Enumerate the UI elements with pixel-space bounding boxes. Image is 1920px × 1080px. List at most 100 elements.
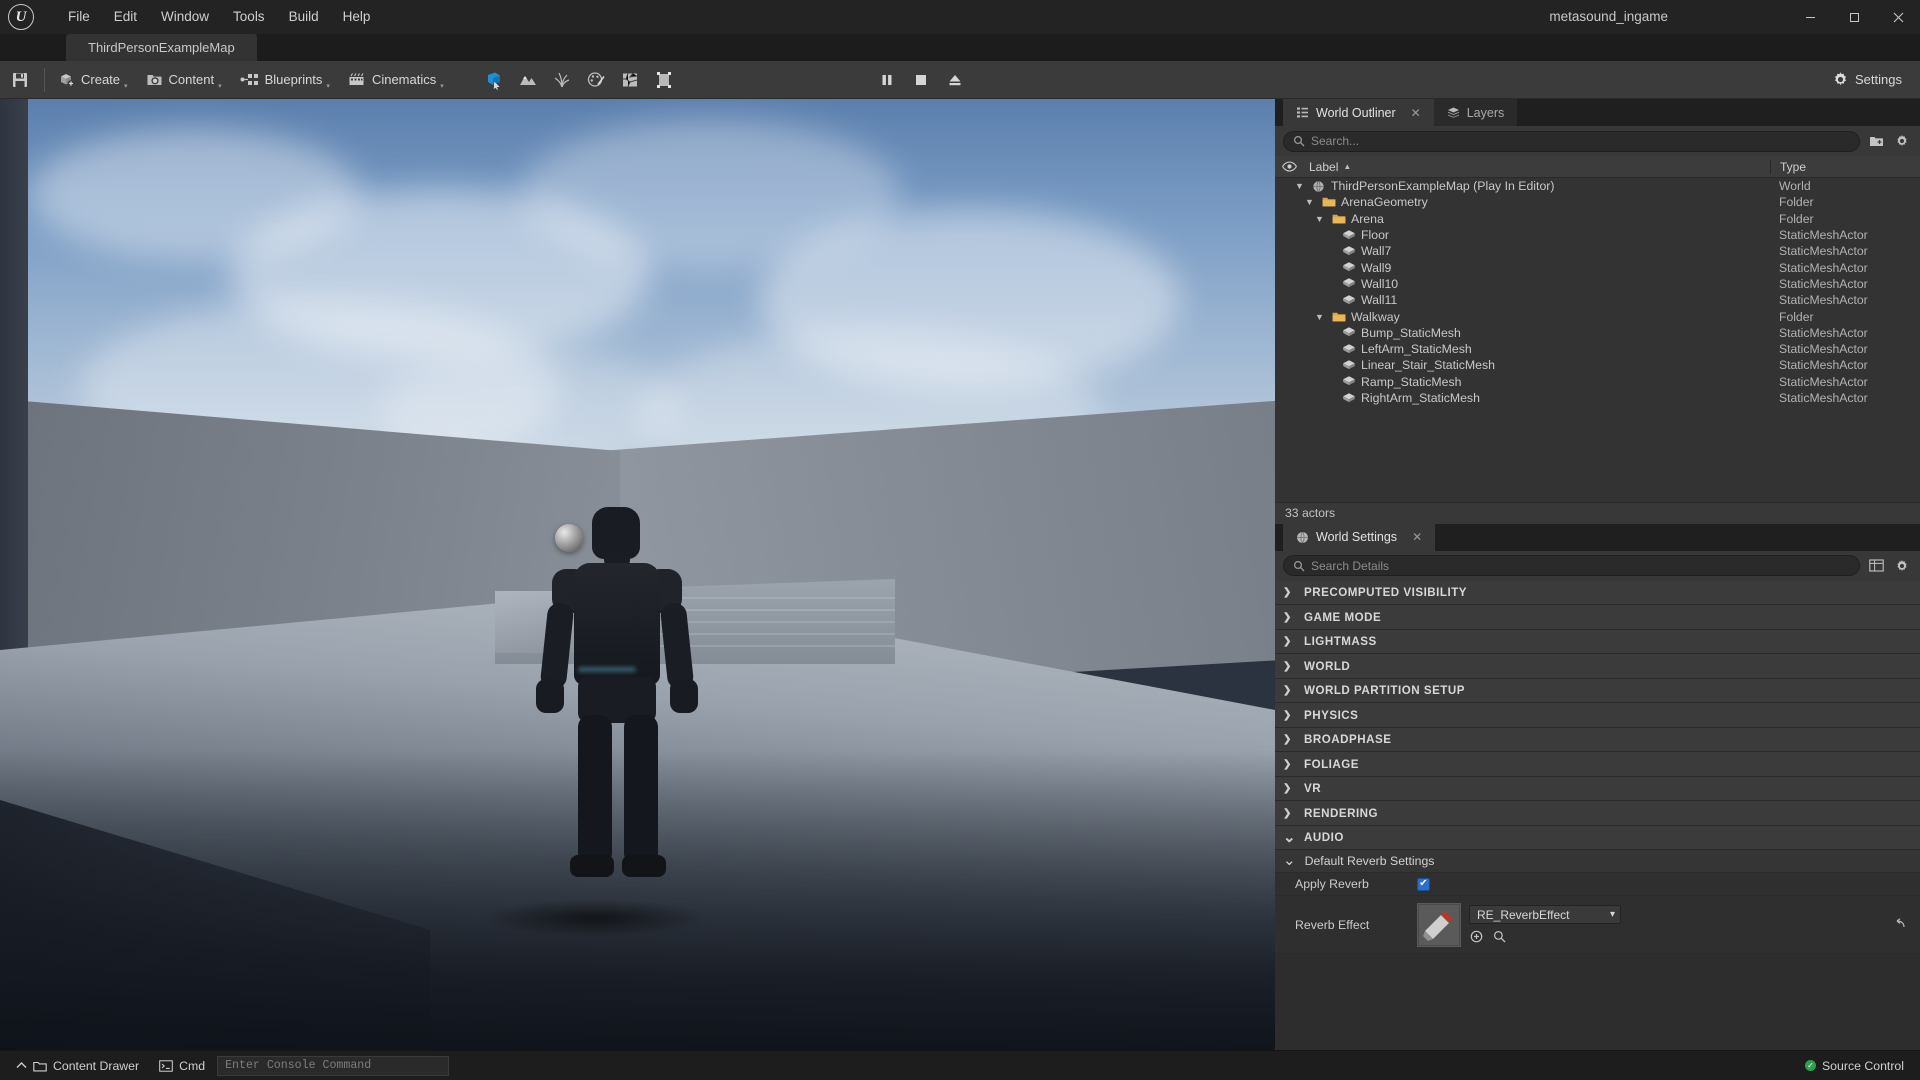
apply-reverb-checkbox[interactable]: ✔ — [1417, 877, 1430, 891]
details-category[interactable]: ❯ RENDERING — [1275, 801, 1920, 826]
content-drawer-button[interactable]: Content Drawer — [8, 1055, 147, 1077]
reset-arrow-icon[interactable] — [1891, 918, 1906, 931]
outliner-row[interactable]: ▼ ArenaGeometry Folder — [1275, 194, 1920, 210]
details-category[interactable]: ❯ VR — [1275, 776, 1920, 802]
chevron-down-icon[interactable]: ▼ — [1293, 181, 1306, 191]
outliner-row[interactable]: ▼ ThirdPersonExampleMap (Play In Editor) W… — [1275, 178, 1920, 194]
menu-tools[interactable]: Tools — [221, 0, 277, 34]
content-button[interactable]: Content ▾ — [137, 61, 231, 99]
chevron-right-icon[interactable]: ❯ — [1283, 783, 1295, 794]
details-category[interactable]: ❯ WORLD PARTITION SETUP — [1275, 678, 1920, 704]
type-column-header[interactable]: Type — [1770, 159, 1920, 174]
level-tab[interactable]: ThirdPersonExampleMap — [66, 34, 257, 61]
browse-icon[interactable] — [1469, 929, 1484, 944]
unreal-engine-logo[interactable]: U — [0, 0, 42, 34]
details-search-input[interactable]: Search Details — [1283, 555, 1860, 577]
chevron-right-icon[interactable]: ❯ — [1283, 710, 1295, 721]
outliner-row[interactable]: Wall10 StaticMeshActor — [1275, 276, 1920, 292]
outliner-row[interactable]: LeftArm_StaticMesh StaticMeshActor — [1275, 341, 1920, 357]
close-button[interactable] — [1876, 0, 1920, 34]
details-category[interactable]: ❯ WORLD — [1275, 654, 1920, 679]
details-category-label: FOLIAGE — [1304, 757, 1360, 771]
brush-edit-mode-icon[interactable] — [647, 61, 681, 99]
settings-button[interactable]: Settings — [1822, 61, 1912, 99]
chevron-right-icon[interactable]: ❯ — [1283, 661, 1295, 672]
mesh-icon — [1341, 358, 1356, 372]
outliner-row[interactable]: Wall7 StaticMeshActor — [1275, 243, 1920, 259]
level-viewport[interactable] — [0, 99, 1275, 1050]
details-settings-icon[interactable] — [1892, 556, 1912, 576]
cinematics-button[interactable]: Cinematics ▾ — [339, 61, 453, 99]
details-category[interactable]: ⌄ AUDIO — [1275, 825, 1920, 851]
outliner-tree[interactable]: ▼ ThirdPersonExampleMap (Play In Editor) W… — [1275, 178, 1920, 502]
select-mode-icon[interactable] — [477, 61, 511, 99]
eject-button[interactable] — [938, 61, 972, 99]
menu-file[interactable]: File — [56, 0, 102, 34]
world-settings-list[interactable]: ❯ PRECOMPUTED VISIBILITY ❯ GAME MODE ❯ LIGHTM… — [1275, 580, 1920, 1050]
outliner-folder-button[interactable] — [1866, 131, 1886, 151]
chevron-down-icon[interactable]: ⌄ — [1283, 830, 1296, 845]
close-icon[interactable]: ✕ — [1412, 530, 1422, 544]
landscape-mode-icon[interactable] — [511, 61, 545, 99]
close-icon[interactable]: ✕ — [1411, 106, 1421, 120]
outliner-row[interactable]: Wall9 StaticMeshActor — [1275, 259, 1920, 275]
reverb-effect-combobox[interactable]: RE_ReverbEffect ▾ — [1469, 905, 1621, 925]
details-category[interactable]: ❯ LIGHTMASS — [1275, 629, 1920, 655]
reverb-asset-thumbnail[interactable] — [1417, 902, 1461, 947]
outliner-row[interactable]: RightArm_StaticMesh StaticMeshActor — [1275, 390, 1920, 406]
outliner-row[interactable]: Floor StaticMeshActor — [1275, 227, 1920, 243]
magnifier-icon[interactable] — [1492, 929, 1507, 944]
outliner-row[interactable]: Ramp_StaticMesh StaticMeshActor — [1275, 374, 1920, 390]
chevron-right-icon[interactable]: ❯ — [1283, 808, 1295, 819]
details-category[interactable]: ❯ PHYSICS — [1275, 703, 1920, 728]
chevron-right-icon[interactable]: ❯ — [1283, 734, 1295, 745]
default-reverb-settings-group[interactable]: ⌄ Default Reverb Settings — [1275, 850, 1920, 874]
pause-button[interactable] — [870, 61, 904, 99]
outliner-search-input[interactable]: Search... — [1283, 130, 1860, 152]
chevron-down-icon[interactable]: ⌄ — [1283, 853, 1296, 868]
details-category[interactable]: ❯ GAME MODE — [1275, 605, 1920, 630]
chevron-down-icon[interactable]: ▼ — [1313, 312, 1326, 322]
details-layout-button[interactable] — [1866, 556, 1886, 576]
maximize-button[interactable] — [1832, 0, 1876, 34]
tab-world-settings[interactable]: World Settings ✕ — [1283, 523, 1436, 551]
blueprints-button[interactable]: Blueprints ▾ — [231, 61, 339, 99]
details-category-label: PHYSICS — [1304, 708, 1359, 722]
create-button[interactable]: Create ▾ — [49, 61, 137, 99]
chevron-right-icon[interactable]: ❯ — [1283, 636, 1295, 647]
outliner-row[interactable]: Linear_Stair_StaticMesh StaticMeshActor — [1275, 357, 1920, 373]
save-button[interactable] — [0, 61, 40, 99]
foliage-mode-icon[interactable] — [545, 61, 579, 99]
mesh-paint-mode-icon[interactable] — [579, 61, 613, 99]
chevron-down-icon[interactable]: ▼ — [1303, 197, 1316, 207]
chevron-right-icon[interactable]: ❯ — [1283, 612, 1295, 623]
console-command-input[interactable]: Enter Console Command — [217, 1055, 450, 1076]
tab-world-outliner[interactable]: World Outliner ✕ — [1283, 99, 1434, 126]
menu-edit[interactable]: Edit — [102, 0, 149, 34]
outliner-row[interactable]: ▼ Arena Folder — [1275, 211, 1920, 227]
visibility-column-icon[interactable] — [1275, 161, 1303, 172]
stop-button[interactable] — [904, 61, 938, 99]
chevron-right-icon[interactable]: ❯ — [1283, 587, 1295, 598]
tab-layers[interactable]: Layers — [1433, 99, 1518, 126]
details-category[interactable]: ❯ FOLIAGE — [1275, 752, 1920, 777]
label-column-header[interactable]: Label ▲ — [1303, 160, 1770, 174]
chevron-down-icon[interactable]: ▼ — [1313, 214, 1326, 224]
details-category[interactable]: ❯ PRECOMPUTED VISIBILITY — [1275, 580, 1920, 606]
outliner-row[interactable]: ▼ Walkway Folder — [1275, 308, 1920, 324]
menu-window[interactable]: Window — [149, 0, 221, 34]
outliner-row[interactable]: Bump_StaticMesh StaticMeshActor — [1275, 325, 1920, 341]
chevron-right-icon[interactable]: ❯ — [1283, 759, 1295, 770]
minimize-button[interactable] — [1788, 0, 1832, 34]
create-icon — [58, 71, 75, 88]
details-category[interactable]: ❯ BROADPHASE — [1275, 727, 1920, 753]
menu-help[interactable]: Help — [331, 0, 383, 34]
menu-build[interactable]: Build — [277, 0, 331, 34]
outliner-row-label: Floor — [1361, 228, 1390, 243]
outliner-settings-icon[interactable] — [1892, 131, 1912, 151]
cmd-button[interactable]: Cmd — [151, 1055, 213, 1077]
fracture-mode-icon[interactable] — [613, 61, 647, 99]
source-control-button[interactable]: ✓ Source Control — [1797, 1055, 1912, 1077]
chevron-right-icon[interactable]: ❯ — [1283, 685, 1295, 696]
outliner-row[interactable]: Wall11 StaticMeshActor — [1275, 292, 1920, 308]
